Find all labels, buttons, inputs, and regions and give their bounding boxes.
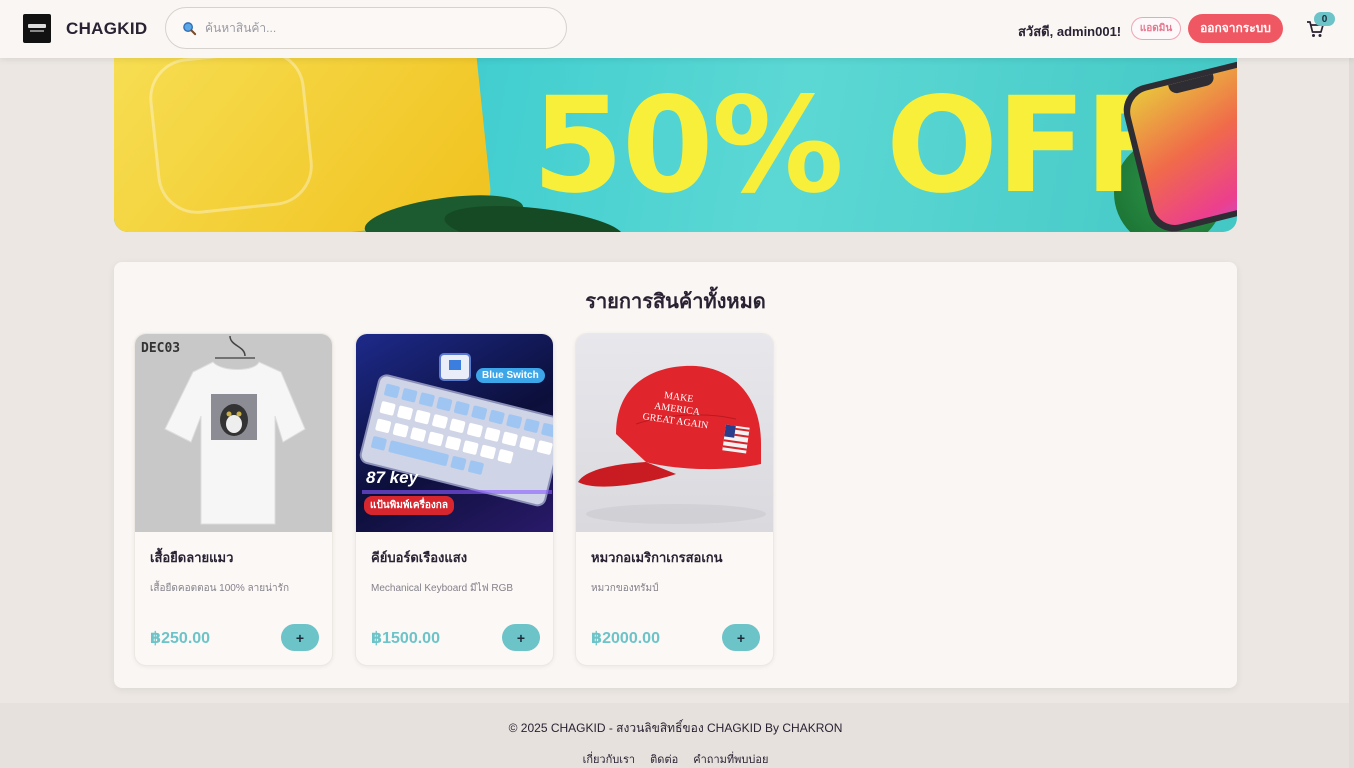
footer-links: เกี่ยวกับเรา ติดต่อ คำถามที่พบบ่อย [0,750,1351,768]
product-price: ฿250.00 [150,630,211,647]
products-title: รายการสินค้าทั้งหมด [585,291,766,313]
page-footer: © 2025 CHAGKID - สงวนลิขสิทธิ์ของ CHAGKI… [0,703,1349,768]
brand-name[interactable]: CHAGKID [66,19,147,39]
product-description: เสื้อยืดคอตตอน 100% ลายน่ารัก [150,583,290,594]
product-name[interactable]: เสื้อยืดลายแมว [150,547,233,568]
keyboard-type-tag: แป้นพิมพ์เครื่องกล [364,496,454,515]
product-description: หมวกของทรัมป์ [591,583,659,594]
logout-button[interactable]: ออกจากระบบ [1188,14,1283,43]
product-name[interactable]: คีย์บอร์ดเรืองแสง [371,547,467,568]
tshirt-graphic [164,335,306,525]
search-icon [183,21,197,35]
footer-copyright: © 2025 CHAGKID - สงวนลิขสิทธิ์ของ CHAGKI… [508,721,843,735]
product-description: Mechanical Keyboard มีไฟ RGB [371,583,514,594]
product-price: ฿2000.00 [591,630,660,647]
search-bar[interactable] [165,7,567,49]
product-image-keyboard[interactable]: Blue Switch 87 key แป้นพิมพ์เครื่องกล [356,334,553,532]
product-card[interactable]: DEC03 เสื้อยืดลายแมว เสื้อยืดคอตตอน 100%… [134,333,333,666]
keyboard-key-count-label: 87 key [366,468,418,487]
user-greeting: สวัสดี, admin001! [1018,24,1122,39]
add-to-cart-button[interactable]: + [281,624,319,651]
add-to-cart-button[interactable]: + [722,624,760,651]
admin-button[interactable]: แอดมิน [1131,17,1181,40]
footer-link-faq[interactable]: คำถามที่พบบ่อย [693,754,768,766]
add-to-cart-button[interactable]: + [502,624,540,651]
top-navbar: CHAGKID สวัสดี, admin001! แอดมิน ออกจากร… [0,0,1354,58]
banner-sale-text: 50% OFF [532,69,1174,223]
product-image-cap[interactable]: MAKE AMERICA GREAT AGAIN [576,334,773,532]
product-price: ฿1500.00 [371,630,440,647]
keyboard-switch-tag: Blue Switch [476,368,545,383]
promo-banner[interactable]: 50% OFF [114,58,1237,232]
product-name[interactable]: หมวกอเมริกาเกรสอเกน [591,547,723,568]
products-section: รายการสินค้าทั้งหมด DEC03 เสื้อยืดลายแมว… [114,262,1237,688]
page-scrollbar[interactable] [1349,58,1354,768]
banner-suitcase-rib [145,58,317,218]
logo-mark [28,24,46,28]
search-input[interactable] [203,20,557,36]
store-logo-icon[interactable] [23,14,51,43]
cap-graphic [578,365,766,524]
product-card[interactable]: MAKE AMERICA GREAT AGAIN หมวกอเมริกาเกรส… [575,333,774,666]
product-card[interactable]: Blue Switch 87 key แป้นพิมพ์เครื่องกล คี… [355,333,554,666]
logo-mark-line [30,30,44,32]
footer-link-about[interactable]: เกี่ยวกับเรา [583,754,636,766]
product-image-shirt[interactable]: DEC03 [135,334,332,532]
footer-link-contact[interactable]: ติดต่อ [650,754,678,766]
cart-count-badge: 0 [1314,12,1335,26]
